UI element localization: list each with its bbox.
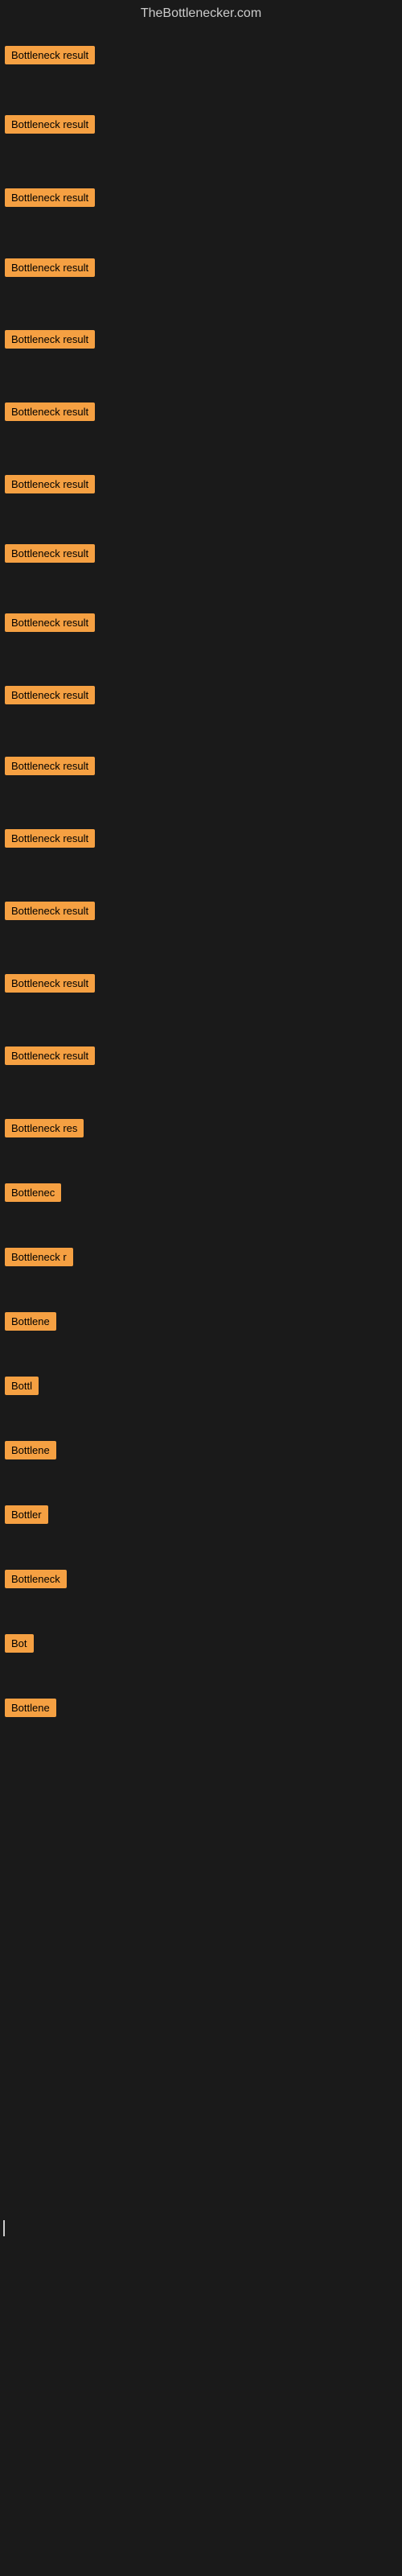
bottleneck-item-20[interactable]: Bottl xyxy=(2,1377,42,1399)
bottleneck-badge-10[interactable]: Bottleneck result xyxy=(5,686,95,704)
bottleneck-item-4[interactable]: Bottleneck result xyxy=(2,258,98,281)
bottleneck-badge-21[interactable]: Bottlene xyxy=(5,1441,56,1459)
bottleneck-badge-6[interactable]: Bottleneck result xyxy=(5,402,95,421)
bottleneck-badge-16[interactable]: Bottleneck res xyxy=(5,1119,84,1137)
site-header: TheBottlenecker.com xyxy=(0,0,402,27)
bottleneck-badge-9[interactable]: Bottleneck result xyxy=(5,613,95,632)
bottleneck-badge-4[interactable]: Bottleneck result xyxy=(5,258,95,277)
cursor-line xyxy=(3,2220,5,2236)
bottleneck-item-5[interactable]: Bottleneck result xyxy=(2,330,98,353)
bottleneck-item-12[interactable]: Bottleneck result xyxy=(2,829,98,852)
bottleneck-badge-20[interactable]: Bottl xyxy=(5,1377,39,1395)
bottleneck-item-14[interactable]: Bottleneck result xyxy=(2,974,98,997)
bottleneck-item-24[interactable]: Bot xyxy=(2,1634,37,1657)
bottleneck-item-2[interactable]: Bottleneck result xyxy=(2,115,98,138)
bottleneck-item-7[interactable]: Bottleneck result xyxy=(2,475,98,497)
bottleneck-badge-22[interactable]: Bottler xyxy=(5,1505,48,1524)
bottleneck-badge-19[interactable]: Bottlene xyxy=(5,1312,56,1331)
bottleneck-badge-1[interactable]: Bottleneck result xyxy=(5,46,95,64)
bottleneck-item-3[interactable]: Bottleneck result xyxy=(2,188,98,211)
bottleneck-badge-12[interactable]: Bottleneck result xyxy=(5,829,95,848)
bottleneck-badge-25[interactable]: Bottlene xyxy=(5,1699,56,1717)
bottleneck-badge-17[interactable]: Bottlenec xyxy=(5,1183,61,1202)
bottleneck-badge-3[interactable]: Bottleneck result xyxy=(5,188,95,207)
bottleneck-item-22[interactable]: Bottler xyxy=(2,1505,51,1528)
bottleneck-item-10[interactable]: Bottleneck result xyxy=(2,686,98,708)
bottleneck-item-19[interactable]: Bottlene xyxy=(2,1312,59,1335)
bottleneck-item-21[interactable]: Bottlene xyxy=(2,1441,59,1463)
bottleneck-badge-7[interactable]: Bottleneck result xyxy=(5,475,95,493)
bottleneck-item-8[interactable]: Bottleneck result xyxy=(2,544,98,567)
bottleneck-badge-13[interactable]: Bottleneck result xyxy=(5,902,95,920)
bottleneck-badge-8[interactable]: Bottleneck result xyxy=(5,544,95,563)
bottleneck-item-6[interactable]: Bottleneck result xyxy=(2,402,98,425)
bottleneck-badge-23[interactable]: Bottleneck xyxy=(5,1570,67,1588)
site-title: TheBottlenecker.com xyxy=(0,0,402,27)
bottleneck-badge-18[interactable]: Bottleneck r xyxy=(5,1248,73,1266)
bottleneck-item-25[interactable]: Bottlene xyxy=(2,1699,59,1721)
bottleneck-item-17[interactable]: Bottlenec xyxy=(2,1183,64,1206)
bottleneck-badge-24[interactable]: Bot xyxy=(5,1634,34,1653)
bottleneck-item-13[interactable]: Bottleneck result xyxy=(2,902,98,924)
bottleneck-item-15[interactable]: Bottleneck result xyxy=(2,1046,98,1069)
bottleneck-badge-5[interactable]: Bottleneck result xyxy=(5,330,95,349)
bottleneck-item-16[interactable]: Bottleneck res xyxy=(2,1119,87,1141)
bottleneck-badge-14[interactable]: Bottleneck result xyxy=(5,974,95,993)
bottleneck-item-9[interactable]: Bottleneck result xyxy=(2,613,98,636)
bottleneck-badge-15[interactable]: Bottleneck result xyxy=(5,1046,95,1065)
bottleneck-item-1[interactable]: Bottleneck result xyxy=(2,46,98,68)
bottleneck-item-23[interactable]: Bottleneck xyxy=(2,1570,70,1592)
bottleneck-badge-2[interactable]: Bottleneck result xyxy=(5,115,95,134)
bottleneck-item-11[interactable]: Bottleneck result xyxy=(2,757,98,779)
items-container xyxy=(0,27,402,31)
bottleneck-badge-11[interactable]: Bottleneck result xyxy=(5,757,95,775)
bottleneck-item-18[interactable]: Bottleneck r xyxy=(2,1248,76,1270)
